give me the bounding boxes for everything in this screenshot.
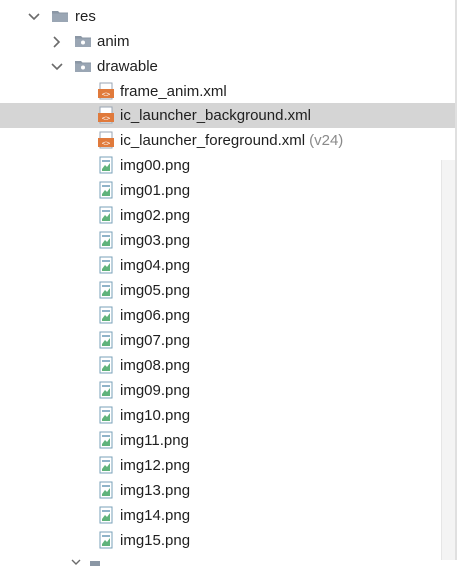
xml-file-icon: <>	[97, 82, 115, 100]
tree-row-png-file[interactable]: img07.png	[0, 328, 457, 353]
image-file-icon	[97, 231, 115, 249]
tree-label: img03.png	[120, 232, 191, 249]
image-file-icon	[97, 406, 115, 424]
tree-label: res	[75, 8, 96, 25]
tree-label: img04.png	[120, 257, 191, 274]
tree-label: img02.png	[120, 207, 191, 224]
image-file-icon	[97, 456, 115, 474]
image-file-icon	[97, 306, 115, 324]
tree-label: img01.png	[120, 182, 191, 199]
tree-label: img10.png	[120, 407, 191, 424]
tree-label: img15.png	[120, 532, 191, 549]
chevron-right-icon[interactable]	[50, 35, 64, 49]
tree-label: drawable	[97, 58, 158, 75]
svg-text:<>: <>	[102, 140, 110, 148]
tree-row-png-file[interactable]: img06.png	[0, 303, 457, 328]
tree-row-anim[interactable]: anim	[0, 29, 457, 54]
chevron-down-icon[interactable]	[50, 60, 64, 74]
tree-label: img11.png	[120, 432, 189, 449]
tree-row-png-file[interactable]: img02.png	[0, 203, 457, 228]
tree-row-png-file[interactable]: img15.png	[0, 528, 457, 553]
tree-row-xml-file-selected[interactable]: <> ic_launcher_background.xml	[0, 103, 457, 128]
tree-label: img14.png	[120, 507, 191, 524]
tree-label: img08.png	[120, 357, 191, 374]
tree-row-png-file[interactable]: img13.png	[0, 478, 457, 503]
tree-label: frame_anim.xml	[120, 83, 227, 100]
tree-label: anim	[97, 33, 130, 50]
tree-label: img07.png	[120, 332, 191, 349]
tree-row-png-file[interactable]: img05.png	[0, 278, 457, 303]
tree-label: img13.png	[120, 482, 191, 499]
xml-file-icon: <>	[97, 106, 115, 124]
tree-label: ic_launcher_background.xml	[120, 107, 311, 124]
svg-text:<>: <>	[102, 91, 110, 99]
tree-row-png-file[interactable]: img10.png	[0, 403, 457, 428]
image-file-icon	[97, 206, 115, 224]
tree-row-png-file[interactable]: img12.png	[0, 453, 457, 478]
tree-row-png-file[interactable]: img03.png	[0, 228, 457, 253]
tree-row-xml-file[interactable]: <> ic_launcher_foreground.xml (v24)	[0, 128, 457, 153]
folder-icon	[74, 32, 92, 50]
tree-label: img00.png	[120, 157, 191, 174]
tree-row-png-file[interactable]: img04.png	[0, 253, 457, 278]
image-file-icon	[97, 281, 115, 299]
tree-row-drawable[interactable]: drawable	[0, 54, 457, 79]
tree-label: ic_launcher_foreground.xml	[120, 132, 306, 149]
tree-label: img05.png	[120, 282, 191, 299]
image-file-icon	[97, 431, 115, 449]
image-file-icon	[97, 181, 115, 199]
folder-icon	[51, 7, 69, 25]
image-file-icon	[97, 481, 115, 499]
project-file-tree: res anim drawable <> frame_anim.xml <> i…	[0, 0, 457, 566]
qualifier-hint: (v24)	[309, 132, 344, 149]
tree-row-png-file[interactable]: img09.png	[0, 378, 457, 403]
chevron-down-icon[interactable]	[27, 10, 41, 24]
image-file-icon	[97, 331, 115, 349]
image-file-icon	[97, 531, 115, 549]
tree-label: img09.png	[120, 382, 191, 399]
image-file-icon	[97, 156, 115, 174]
tree-row-partial	[70, 553, 100, 566]
tree-row-png-file[interactable]: img14.png	[0, 503, 457, 528]
image-file-icon	[97, 256, 115, 274]
xml-file-icon: <>	[97, 131, 115, 149]
tree-label: img06.png	[120, 307, 191, 324]
tree-row-png-file[interactable]: img08.png	[0, 353, 457, 378]
tree-row-png-file[interactable]: img01.png	[0, 178, 457, 203]
tree-row-xml-file[interactable]: <> frame_anim.xml	[0, 79, 457, 104]
image-file-icon	[97, 506, 115, 524]
tree-row-png-file[interactable]: img00.png	[0, 153, 457, 178]
svg-text:<>: <>	[102, 115, 110, 123]
tree-row-res[interactable]: res	[0, 4, 457, 29]
tree-label: img12.png	[120, 457, 191, 474]
folder-icon	[74, 57, 92, 75]
tree-row-png-file[interactable]: img11.png	[0, 428, 457, 453]
image-file-icon	[97, 381, 115, 399]
image-file-icon	[97, 356, 115, 374]
